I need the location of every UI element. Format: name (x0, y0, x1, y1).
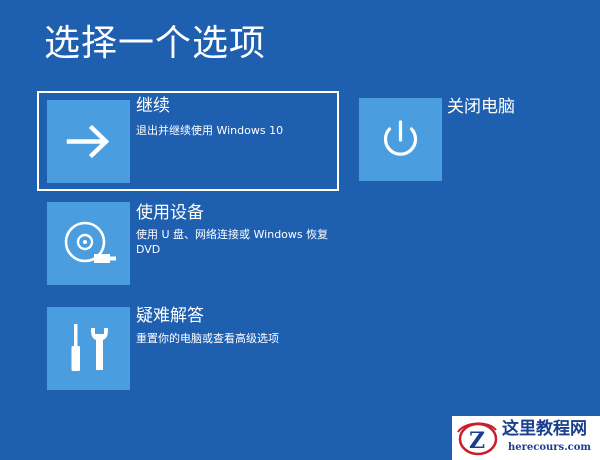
shutdown-title: 关闭电脑 (447, 97, 515, 117)
use-device-title: 使用设备 (136, 203, 204, 223)
shutdown-option[interactable]: 关闭电脑 (359, 97, 569, 184)
continue-description: 退出并继续使用 Windows 10 (136, 124, 284, 137)
power-icon (383, 120, 418, 156)
troubleshoot-title: 疑难解答 (136, 306, 204, 326)
continue-tile[interactable] (47, 100, 130, 183)
watermark-name: 这里教程网 (502, 419, 587, 439)
troubleshoot-description: 重置你的电脑或查看高级选项 (136, 332, 279, 345)
use-device-tile[interactable] (47, 202, 130, 285)
page-title: 选择一个选项 (44, 23, 267, 64)
use-device-description: 使用 U 盘、网络连接或 Windows 恢复 DVD (136, 228, 329, 256)
watermark: Z 这里教程网 herecours.com (452, 416, 600, 460)
continue-option[interactable]: 继续 退出并继续使用 Windows 10 (37, 91, 339, 191)
watermark-url: herecours.com (508, 442, 592, 453)
svg-text:Z: Z (469, 428, 485, 454)
continue-title: 继续 (136, 96, 170, 116)
troubleshoot-tile[interactable] (47, 307, 130, 390)
troubleshoot-option[interactable]: 疑难解答 重置你的电脑或查看高级选项 (47, 306, 347, 393)
use-device-option[interactable]: 使用设备 使用 U 盘、网络连接或 Windows 恢复 DVD (47, 202, 347, 288)
shutdown-tile[interactable] (359, 98, 442, 181)
arrow-right-icon (66, 124, 110, 159)
tools-icon (71, 324, 108, 371)
watermark-logo-icon: Z (457, 422, 498, 456)
disc-usb-icon (64, 221, 116, 263)
